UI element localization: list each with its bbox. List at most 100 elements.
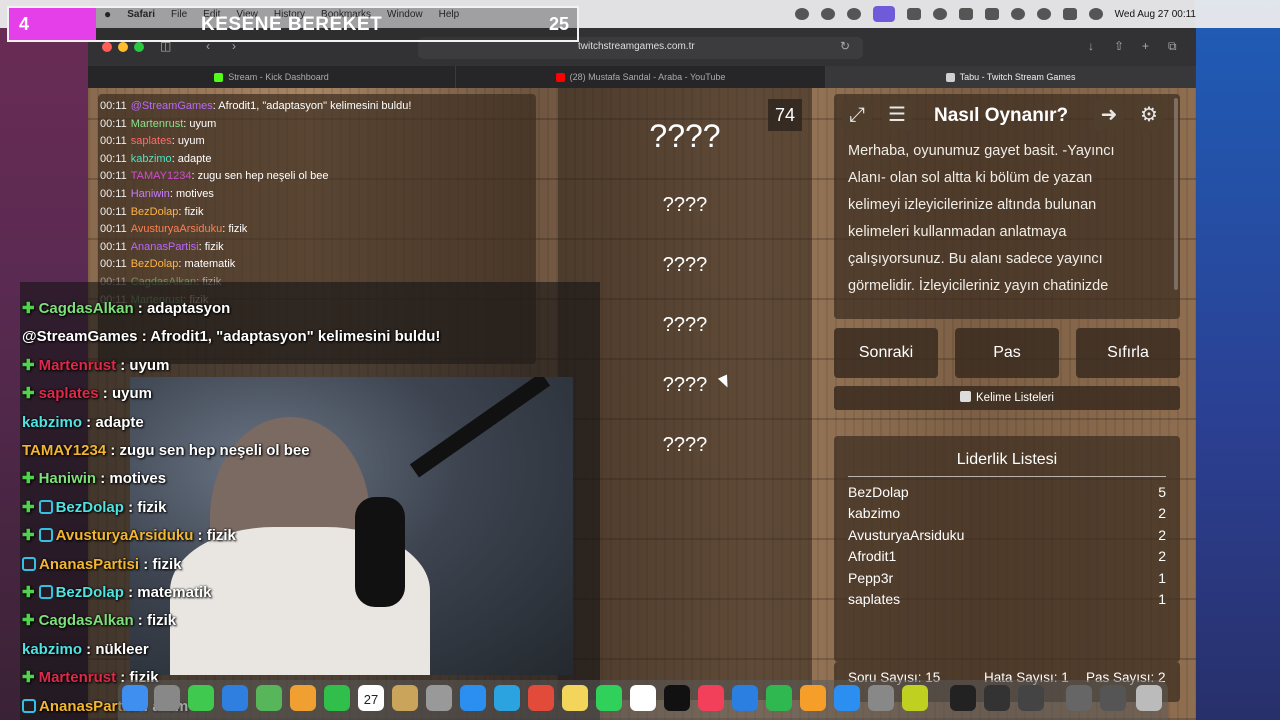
- whatsapp-icon[interactable]: [596, 685, 622, 711]
- trash-icon[interactable]: [1136, 685, 1162, 711]
- facetime-icon[interactable]: [324, 685, 350, 711]
- next-button[interactable]: Sonraki: [834, 328, 938, 378]
- fullscreen-icon[interactable]: ⤢: [842, 100, 872, 130]
- stream-chat-message: kabzimo : adapte: [22, 411, 144, 435]
- launchpad-icon[interactable]: [154, 685, 180, 711]
- keynote-icon[interactable]: [732, 685, 758, 711]
- stream-chat-text: : fizik: [123, 498, 167, 516]
- notes-folder-icon[interactable]: [392, 685, 418, 711]
- pass-button[interactable]: Pas: [955, 328, 1059, 378]
- word-lists-button[interactable]: Kelime Listeleri: [834, 386, 1180, 410]
- utility-icon[interactable]: [902, 685, 928, 711]
- wd-icon[interactable]: [950, 685, 976, 711]
- leaderboard-row: BezDolap 5: [848, 484, 1166, 505]
- logout-icon[interactable]: ➜: [1094, 100, 1124, 130]
- notepad-icon: [960, 391, 971, 402]
- stream-chat-text: : fizik: [139, 555, 182, 573]
- photos-icon[interactable]: [290, 685, 316, 711]
- stream-chat-username: kabzimo: [22, 413, 83, 431]
- url-text[interactable]: twitchstreamgames.com.tr: [578, 41, 695, 52]
- sync-icon[interactable]: [846, 8, 861, 20]
- chat-timestamp: 00:11: [100, 223, 127, 236]
- keyboard-icon[interactable]: [906, 8, 921, 20]
- subscriber-badge-icon: [22, 698, 36, 713]
- reload-icon[interactable]: ↻: [840, 40, 854, 52]
- pages-icon[interactable]: [800, 685, 826, 711]
- tab-youtube[interactable]: (28) Mustafa Sandal - Araba - YouTube: [456, 66, 826, 88]
- chrome-icon[interactable]: [528, 685, 554, 711]
- finder-window-icon[interactable]: [1100, 685, 1126, 711]
- app-store-icon[interactable]: [834, 685, 860, 711]
- safari-icon[interactable]: [460, 685, 486, 711]
- app-icon[interactable]: [426, 685, 452, 711]
- desktop-wallpaper-right: [1195, 0, 1280, 720]
- grid-icon[interactable]: [820, 8, 835, 20]
- apple-tv-icon[interactable]: [664, 685, 690, 711]
- settings-gear-icon[interactable]: ⚙: [1134, 100, 1164, 130]
- stream-chat-message: ✚ AvusturyaArsiduku : fizik: [22, 524, 236, 548]
- freeform-icon[interactable]: [630, 685, 656, 711]
- camera-icon[interactable]: [932, 8, 947, 20]
- system-settings-icon[interactable]: [868, 685, 894, 711]
- chat-text: : fizik: [198, 240, 224, 253]
- control-center-icon[interactable]: [1062, 8, 1077, 20]
- share-icon[interactable]: ⇧: [1114, 40, 1128, 52]
- music-icon[interactable]: [698, 685, 724, 711]
- stream-chat-text: : zugu sen hep neşeli ol bee: [106, 442, 310, 459]
- menu-clock[interactable]: Wed Aug 27 00:11: [1115, 9, 1196, 20]
- stream-chat-message: ✚ CagdasAlkan : adaptasyon: [22, 297, 230, 321]
- stream-chat-text: : fizik: [133, 612, 177, 630]
- goal-total: 25: [548, 14, 569, 34]
- screen-record-icon[interactable]: [872, 6, 895, 22]
- tab-overview-icon[interactable]: ⧉: [1168, 40, 1182, 52]
- goal-current-value: 4: [19, 14, 30, 34]
- chat-timestamp: 00:11: [100, 170, 127, 183]
- how-to-scrollbar[interactable]: [1174, 98, 1178, 290]
- leaderboard-panel: Liderlik Listesi BezDolap 5 kabzimo 2 Avustu…: [834, 436, 1180, 662]
- notification-icon[interactable]: [794, 8, 809, 20]
- finder-icon[interactable]: [122, 685, 148, 711]
- close-window-button[interactable]: [102, 42, 112, 52]
- calendar-icon[interactable]: 27: [358, 685, 384, 711]
- tab-kick-dashboard[interactable]: Stream - Kick Dashboard: [88, 66, 456, 88]
- notes-icon[interactable]: ☰: [882, 100, 912, 130]
- chat-text: : uyum: [183, 117, 217, 130]
- notes-icon[interactable]: [562, 685, 588, 711]
- maps-icon[interactable]: [256, 685, 282, 711]
- leaderboard-score: 2: [1158, 505, 1166, 522]
- chat-message: 00:11 Martenrust: uyum: [100, 116, 524, 134]
- chat-timestamp: 00:11: [100, 205, 127, 218]
- chat-username: saplates: [130, 135, 172, 148]
- calculator-icon[interactable]: [1018, 685, 1044, 711]
- reset-button[interactable]: Sıfırla: [1076, 328, 1180, 378]
- bluetooth-icon[interactable]: [958, 8, 973, 20]
- tab-tabu-game[interactable]: Tabu - Twitch Stream Games: [826, 66, 1196, 88]
- telegram-icon[interactable]: [494, 685, 520, 711]
- new-tab-icon[interactable]: +: [1142, 40, 1156, 52]
- screenshots-icon[interactable]: [1066, 685, 1092, 711]
- spotlight-search-icon[interactable]: [1036, 8, 1051, 20]
- minimize-window-button[interactable]: [118, 42, 128, 52]
- leaderboard-score: 2: [1158, 526, 1166, 543]
- subscriber-badge-icon: [38, 585, 53, 599]
- stream-chat-message: ✚ Haniwin : motives: [22, 467, 166, 491]
- mail-icon[interactable]: [222, 685, 248, 711]
- plus-badge-icon: ✚: [22, 385, 35, 403]
- siri-icon[interactable]: [1088, 8, 1103, 20]
- how-to-play-text: Merhaba, oyunumuz gayet basit. -Yayıncı …: [848, 143, 1115, 294]
- stream-chat-text: : motives: [96, 470, 167, 488]
- plus-badge-icon: ✚: [22, 584, 35, 601]
- messages-icon[interactable]: [188, 685, 214, 711]
- numbers-icon[interactable]: [766, 685, 792, 711]
- leaderboard-name: Pepp3r: [848, 569, 894, 586]
- stream-chat-username: Haniwin: [38, 470, 97, 488]
- battery-icon[interactable]: [984, 8, 999, 20]
- chat-text: : zugu sen hep neşeli ol bee: [191, 170, 329, 183]
- chat-message: 00:11 saplates: uyum: [100, 133, 524, 151]
- zoom-window-button[interactable]: [134, 42, 144, 52]
- downloads-icon[interactable]: ↓: [1088, 40, 1102, 52]
- goal-title: KESENE BEREKET: [201, 14, 383, 35]
- stream-chat-text: : nükleer: [82, 640, 149, 658]
- wifi-icon[interactable]: [1010, 8, 1025, 20]
- obs-icon[interactable]: [984, 685, 1010, 711]
